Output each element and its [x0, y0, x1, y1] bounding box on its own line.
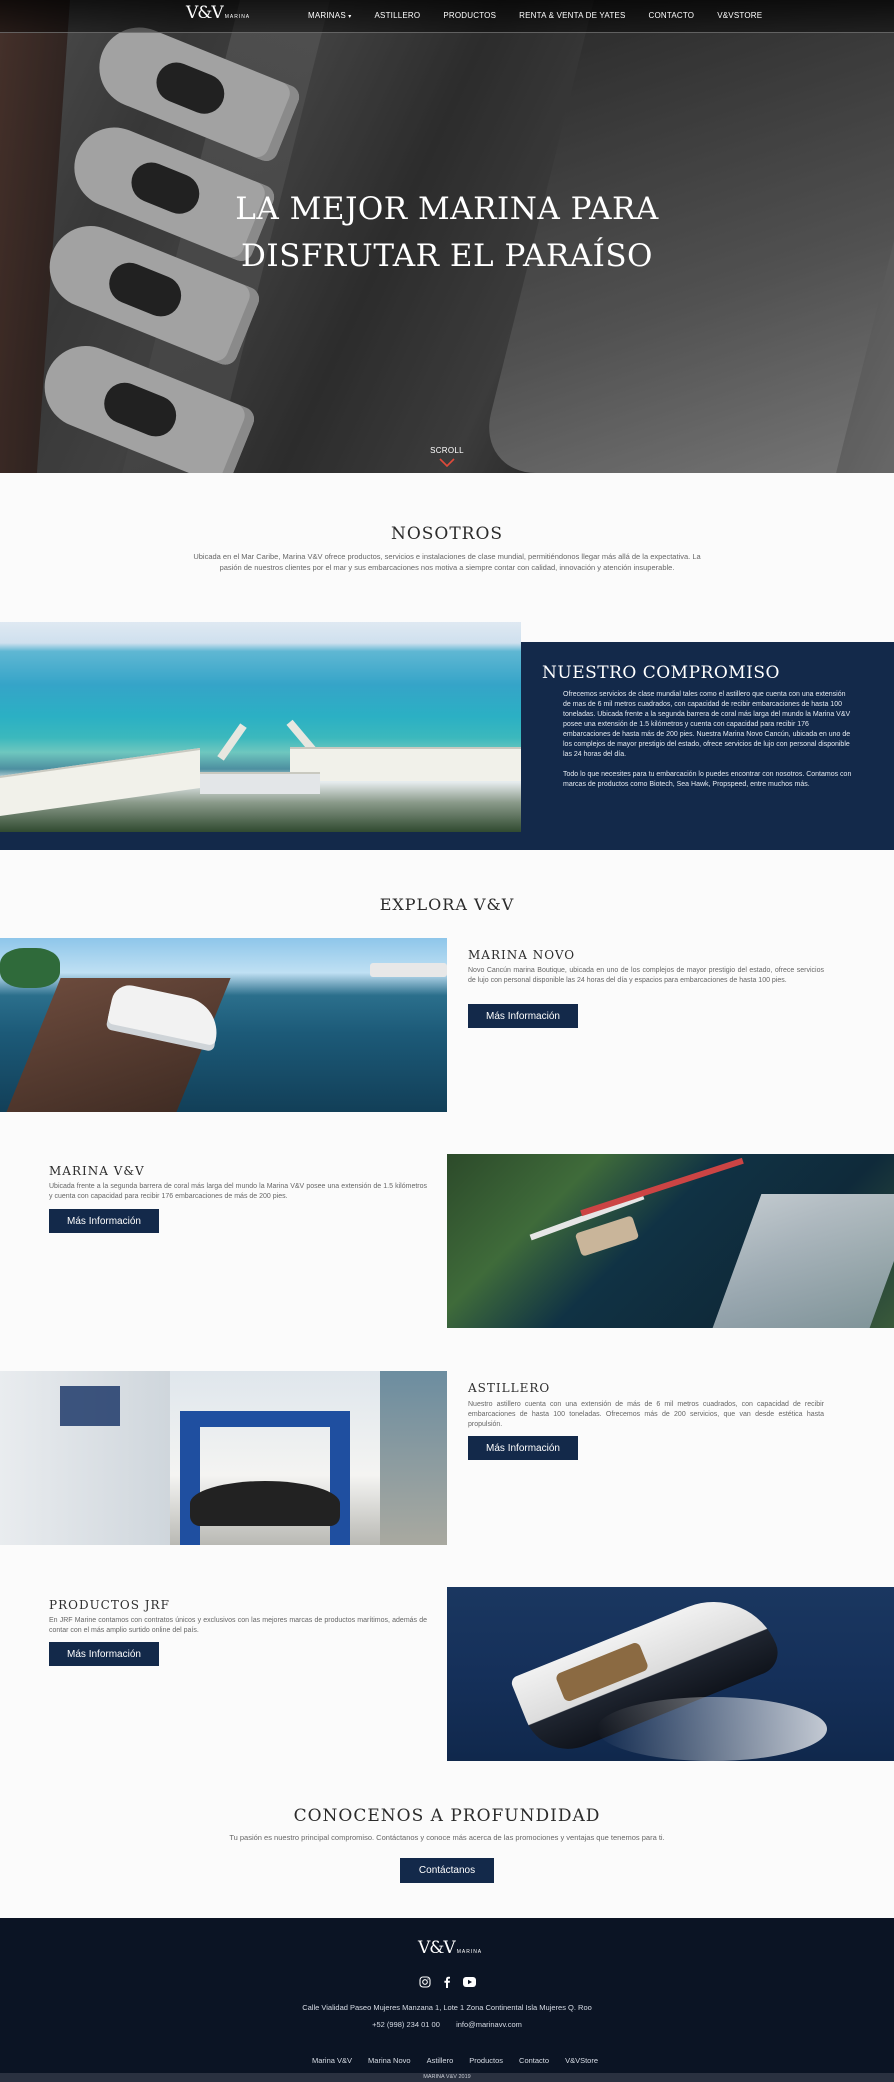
logo-subtext: MARINA: [224, 14, 251, 20]
nosotros-text: Ubicada en el Mar Caribe, Marina V&V ofr…: [193, 552, 701, 572]
footer-address: Calle Vialidad Paseo Mujeres Manzana 1, …: [302, 2003, 592, 2012]
conocenos-title: CONOCENOS A PROFUNDIDAD: [293, 1806, 601, 1826]
footer-logo-text: V&V: [418, 1938, 456, 1958]
marina-novo-image: [0, 938, 447, 1112]
hero-title: LA MEJOR MARINA PARA DISFRUTAR EL PARAÍS…: [0, 186, 894, 280]
marina-vv-aerial-image: [447, 1154, 894, 1328]
nav-renta-venta[interactable]: RENTA & VENTA DE YATES: [519, 11, 625, 20]
copyright-bar: MARINA V&V 2019: [0, 2073, 894, 2082]
footer-phone[interactable]: +52 (998) 234 01 00: [372, 2020, 440, 2029]
yacht-image: [447, 1587, 894, 1761]
marina-vv-title: MARINA V&V: [49, 1164, 145, 1178]
astillero-text: Nuestro astillero cuenta con una extensi…: [468, 1401, 824, 1428]
footer-link-store[interactable]: V&VStore: [565, 2056, 598, 2065]
footer-email[interactable]: info@marinavv.com: [456, 2020, 522, 2029]
marina-aerial-image: [0, 622, 521, 832]
youtube-icon[interactable]: [462, 1975, 476, 1989]
conocenos-text: Tu pasión es nuestro principal compromis…: [229, 1833, 665, 1842]
footer-link-marina-novo[interactable]: Marina Novo: [368, 2056, 411, 2065]
scroll-label[interactable]: SCROLL: [0, 446, 894, 455]
footer-link-astillero[interactable]: Astillero: [427, 2056, 454, 2065]
footer-logo-subtext: MARINA: [456, 1949, 483, 1955]
footer-nav: Marina V&V Marina Novo Astillero Product…: [312, 2056, 614, 2065]
nav-productos[interactable]: PRODUCTOS: [443, 11, 496, 20]
instagram-icon[interactable]: [418, 1975, 432, 1989]
productos-title: PRODUCTOS JRF: [49, 1598, 170, 1612]
nav-marinas-label: MARINAS: [308, 11, 346, 20]
caret-down-icon: ▾: [348, 14, 352, 20]
hero-section: V&V MARINA MARINAS ▾ ASTILLERO PRODUCTOS…: [0, 0, 894, 473]
astillero-image: [0, 1371, 447, 1545]
compromiso-title: NUESTRO COMPROMISO: [542, 663, 780, 683]
astillero-button[interactable]: Más Información: [468, 1436, 578, 1460]
productos-text: En JRF Marine contamos con contratos úni…: [49, 1617, 427, 1634]
nav-store[interactable]: V&VSTORE: [717, 11, 762, 20]
productos-button[interactable]: Más Información: [49, 1642, 159, 1666]
footer-contact-line: +52 (998) 234 01 00 info@marinavv.com: [0, 2020, 894, 2029]
footer-logo[interactable]: V&V MARINA: [418, 1938, 482, 1958]
footer-link-contacto[interactable]: Contacto: [519, 2056, 549, 2065]
logo-text: V&V: [186, 3, 224, 23]
nav-astillero[interactable]: ASTILLERO: [375, 11, 421, 20]
marina-novo-title: MARINA NOVO: [468, 948, 576, 962]
hero-title-line2: DISFRUTAR EL PARAÍSO: [241, 238, 653, 274]
brand-logo[interactable]: V&V MARINA: [186, 3, 250, 23]
contact-button[interactable]: Contáctanos: [400, 1858, 494, 1883]
chevron-down-icon[interactable]: [439, 458, 455, 468]
explora-title: EXPLORA V&V: [379, 895, 515, 914]
top-navbar: V&V MARINA MARINAS ▾ ASTILLERO PRODUCTOS…: [0, 0, 894, 33]
compromiso-text-1: Ofrecemos servicios de clase mundial tal…: [563, 691, 851, 758]
nav-marinas[interactable]: MARINAS ▾: [308, 11, 352, 20]
marina-vv-text: Ubicada frente a la segunda barrera de c…: [49, 1183, 427, 1200]
nav-contacto[interactable]: CONTACTO: [648, 11, 694, 20]
facebook-icon[interactable]: [440, 1975, 454, 1989]
compromiso-text-2: Todo lo que necesites para tu embarcació…: [563, 771, 852, 788]
marina-vv-button[interactable]: Más Información: [49, 1209, 159, 1233]
main-nav: MARINAS ▾ ASTILLERO PRODUCTOS RENTA & VE…: [308, 11, 785, 20]
nosotros-title: NOSOTROS: [390, 524, 504, 544]
marina-novo-button[interactable]: Más Información: [468, 1004, 578, 1028]
footer-link-marina-vv[interactable]: Marina V&V: [312, 2056, 352, 2065]
marina-novo-text: Novo Cancún marina Boutique, ubicada en …: [468, 967, 824, 984]
hero-title-line1: LA MEJOR MARINA PARA: [235, 191, 659, 227]
astillero-title: ASTILLERO: [468, 1381, 551, 1395]
footer-link-productos[interactable]: Productos: [469, 2056, 503, 2065]
